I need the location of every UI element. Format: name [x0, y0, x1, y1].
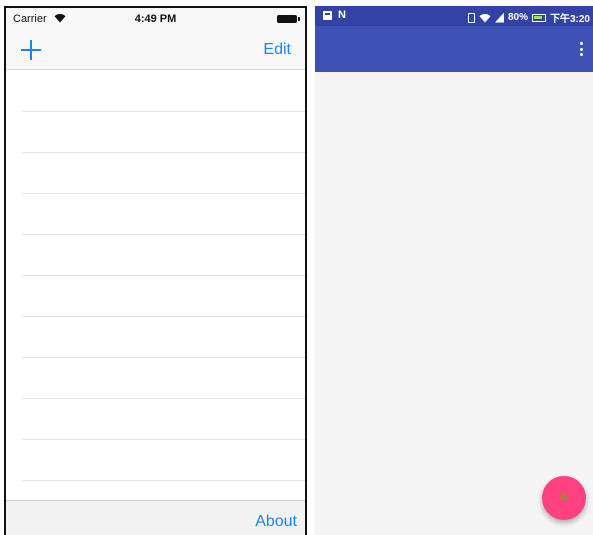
- about-button[interactable]: About: [255, 513, 297, 531]
- ios-navigation-bar: Edit: [6, 30, 305, 70]
- table-row-separator: [22, 316, 305, 317]
- android-status-time: 下午3:20: [549, 14, 590, 25]
- table-row-separator: [22, 480, 305, 481]
- notification-icons: N: [323, 10, 346, 21]
- table-row-separator: [22, 193, 305, 194]
- dot: [579, 53, 583, 56]
- android-status-bar: N 80% 下午3:20: [315, 6, 593, 26]
- status-time: 4:49 PM: [134, 13, 177, 25]
- dot: [579, 42, 583, 45]
- nfc-icon: N: [338, 9, 346, 21]
- android-screen: N 80% 下午3:20: [315, 6, 593, 535]
- table-row-separator: [22, 111, 305, 112]
- dot: [579, 47, 583, 51]
- floating-action-button[interactable]: [542, 476, 586, 520]
- vibrate-icon: [467, 12, 475, 23]
- battery-percent: 80%: [507, 12, 528, 23]
- table-row-separator: [22, 152, 305, 153]
- triangle-icon: [559, 492, 569, 500]
- ios-screen: Carrier 4:49 PM Edit About: [4, 6, 307, 535]
- add-button[interactable]: [20, 39, 42, 61]
- table-row-separator: [22, 439, 305, 440]
- empty-table-view[interactable]: [6, 70, 305, 500]
- table-row-separator: [22, 357, 305, 358]
- wifi-icon: [479, 13, 491, 22]
- signal-icon: [494, 12, 504, 23]
- ios-status-bar: Carrier 4:49 PM: [6, 8, 305, 30]
- ios-toolbar: About: [6, 500, 305, 535]
- edit-button[interactable]: Edit: [263, 41, 291, 59]
- system-icons: 80% 下午3:20: [467, 10, 590, 25]
- table-row-separator: [22, 398, 305, 399]
- android-app-bar: [315, 26, 593, 72]
- battery-icon: [531, 13, 546, 22]
- notification-icon: [323, 11, 332, 20]
- table-row-separator: [22, 234, 305, 235]
- android-content-area: [315, 72, 593, 535]
- table-row-separator: [22, 275, 305, 276]
- battery-icon: [277, 15, 300, 23]
- more-vert-icon[interactable]: [575, 42, 587, 56]
